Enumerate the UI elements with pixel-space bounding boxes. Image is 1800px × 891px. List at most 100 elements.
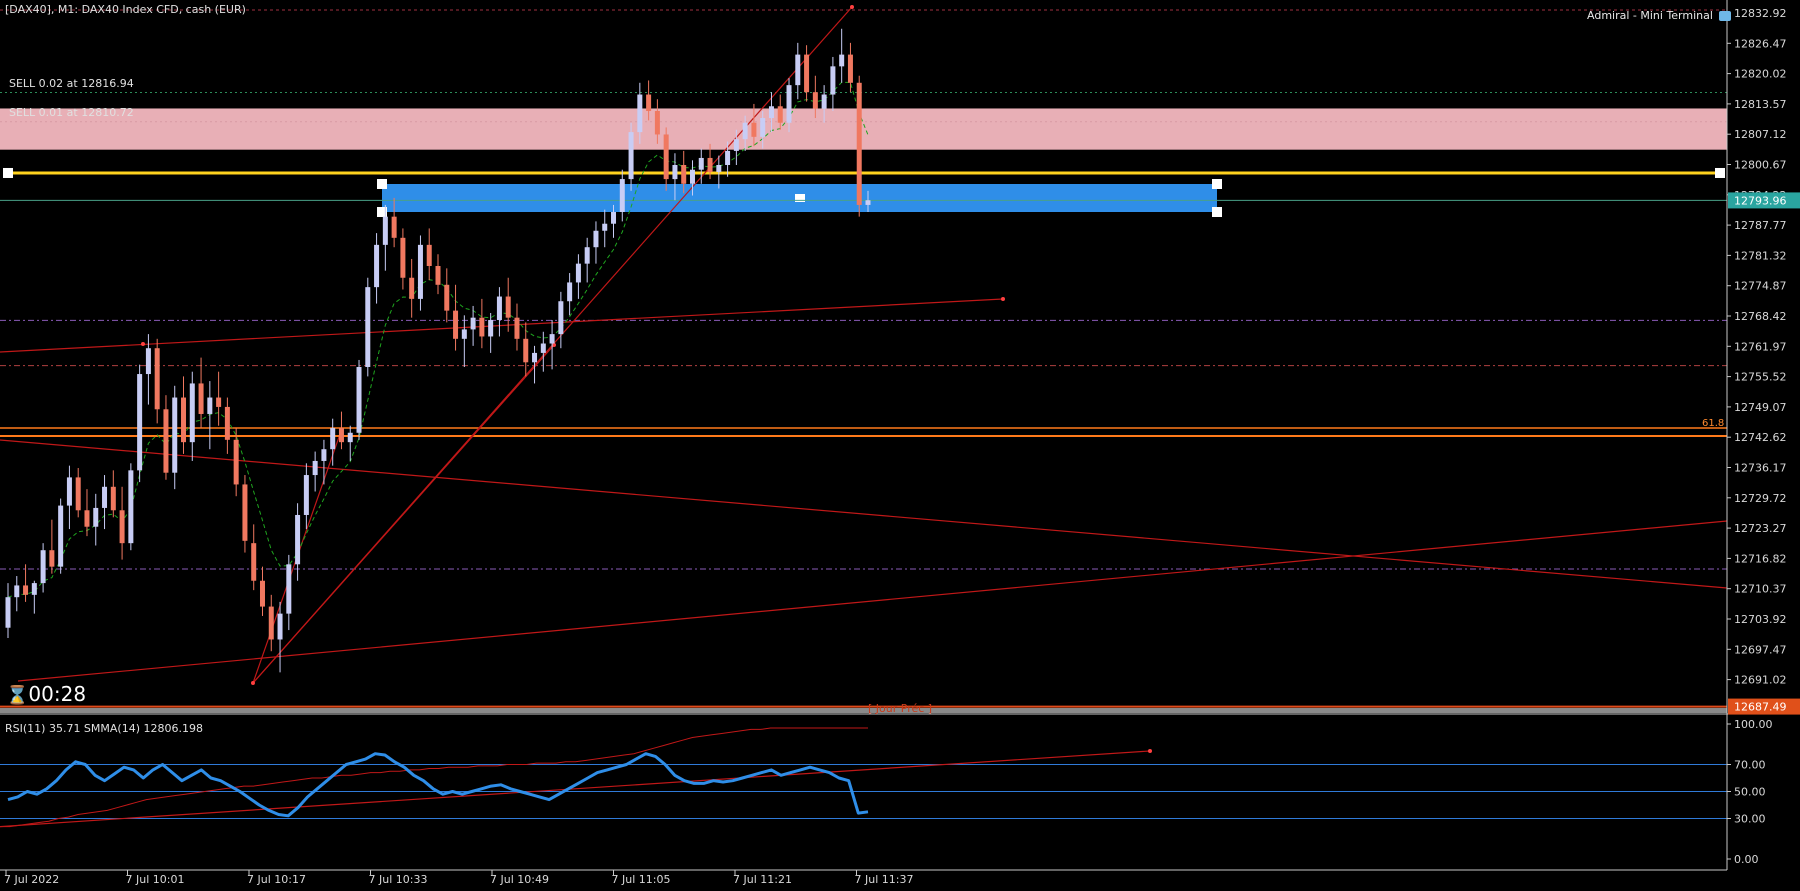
candle[interactable]: [435, 254, 441, 295]
candle[interactable]: [14, 576, 20, 612]
panel-separator[interactable]: [0, 708, 1727, 713]
candle[interactable]: [558, 291, 564, 349]
candle[interactable]: [93, 493, 99, 546]
candle[interactable]: [453, 284, 459, 351]
price-tick-label: 12703.92: [1734, 613, 1787, 626]
candle[interactable]: [716, 155, 722, 189]
candle[interactable]: [321, 439, 327, 485]
candle[interactable]: [189, 371, 195, 461]
candle[interactable]: [374, 233, 380, 304]
candle[interactable]: [505, 277, 511, 332]
candle[interactable]: [417, 235, 423, 311]
candle[interactable]: [356, 359, 362, 440]
candle-body: [593, 230, 599, 248]
trendline-2[interactable]: [0, 439, 1728, 589]
candle[interactable]: [128, 463, 134, 551]
candle[interactable]: [628, 122, 634, 191]
candle[interactable]: [102, 475, 108, 530]
candle[interactable]: [66, 465, 72, 530]
candle[interactable]: [426, 228, 432, 281]
candle[interactable]: [365, 277, 371, 377]
candle[interactable]: [479, 298, 485, 349]
trendline-anchor-1[interactable]: [1001, 297, 1005, 301]
candle[interactable]: [663, 127, 669, 191]
candle[interactable]: [5, 583, 11, 639]
trendline-anchor-5[interactable]: [552, 343, 556, 347]
candle[interactable]: [602, 209, 608, 248]
candle[interactable]: [347, 425, 353, 461]
sell-order-zone[interactable]: [0, 108, 1727, 150]
candle[interactable]: [839, 28, 845, 83]
candle-body: [40, 550, 46, 584]
candle[interactable]: [795, 42, 801, 100]
trading-chart[interactable]: 100.00 70.00 50.00 30.00 0.00 12832.92 12826.…: [0, 0, 1800, 887]
candle[interactable]: [268, 594, 274, 652]
candle[interactable]: [303, 463, 309, 530]
candle[interactable]: [242, 475, 248, 553]
price-tick-label: 12832.92: [1734, 7, 1787, 20]
candle[interactable]: [338, 411, 344, 450]
candle[interactable]: [444, 268, 450, 323]
time-tick-label: 7 Jul 10:49: [490, 873, 549, 886]
candle[interactable]: [461, 315, 467, 368]
terminal-label[interactable]: Admiral - Mini Terminal: [1587, 9, 1732, 22]
candle[interactable]: [75, 468, 81, 518]
chart-canvas[interactable]: 100.00 70.00 50.00 30.00 0.00 12832.92 12826.…: [0, 0, 1800, 887]
price-tick-label: 12826.47: [1734, 37, 1787, 50]
candle[interactable]: [154, 338, 160, 424]
price-tick-label: 12755.52: [1734, 371, 1787, 384]
box-handle-2[interactable]: [1212, 179, 1222, 189]
candle[interactable]: [198, 357, 204, 429]
candle-body: [725, 150, 731, 166]
candle[interactable]: [400, 228, 406, 290]
candle[interactable]: [286, 554, 292, 631]
candle[interactable]: [575, 254, 581, 299]
candle[interactable]: [58, 498, 64, 574]
candle[interactable]: [856, 75, 862, 217]
candle[interactable]: [593, 221, 599, 264]
candle[interactable]: [847, 42, 853, 93]
candle[interactable]: [110, 470, 116, 518]
candle[interactable]: [119, 486, 125, 560]
candle[interactable]: [137, 364, 143, 483]
candle[interactable]: [619, 169, 625, 222]
candle[interactable]: [804, 45, 810, 102]
trendline-anchor-4[interactable]: [251, 681, 255, 685]
candle[interactable]: [523, 322, 529, 377]
candle[interactable]: [172, 385, 178, 490]
candle[interactable]: [224, 397, 230, 454]
yellow-line-handle-right[interactable]: [1715, 167, 1725, 178]
candle[interactable]: [584, 237, 590, 283]
candle[interactable]: [49, 519, 55, 574]
sell-order-label-1[interactable]: SELL 0.02 at 12816.94: [9, 77, 134, 90]
rsi-trendline-anchor[interactable]: [1148, 749, 1152, 753]
candle[interactable]: [181, 376, 187, 454]
candle[interactable]: [163, 395, 169, 480]
box-handle-4[interactable]: [1212, 207, 1222, 217]
candle[interactable]: [567, 273, 573, 316]
price-tick-label: 12781.32: [1734, 249, 1787, 262]
candle[interactable]: [488, 312, 494, 353]
candle[interactable]: [31, 580, 37, 614]
candle[interactable]: [40, 543, 46, 593]
candle[interactable]: [514, 303, 520, 351]
candle[interactable]: [23, 564, 29, 602]
time-tick-label: 7 Jul 10:01: [126, 873, 185, 886]
box-handle-1[interactable]: [377, 179, 387, 189]
candle[interactable]: [216, 371, 222, 426]
candle[interactable]: [312, 451, 318, 492]
candle[interactable]: [830, 56, 836, 111]
candle[interactable]: [496, 287, 502, 337]
trendline-anchor-3[interactable]: [850, 5, 854, 9]
candle[interactable]: [233, 428, 239, 497]
yellow-line-handle-left[interactable]: [3, 167, 13, 178]
candle[interactable]: [251, 524, 257, 591]
candle[interactable]: [409, 258, 415, 318]
candle[interactable]: [207, 381, 213, 450]
trendline-anchor-2[interactable]: [141, 342, 145, 346]
trendline-6[interactable]: [252, 344, 555, 684]
trendline-3[interactable]: [17, 520, 1728, 682]
candle[interactable]: [259, 566, 265, 616]
sell-order-label-2[interactable]: SELL 0.01 at 12810.72: [9, 106, 134, 119]
rsi-trendline[interactable]: [0, 750, 1151, 828]
